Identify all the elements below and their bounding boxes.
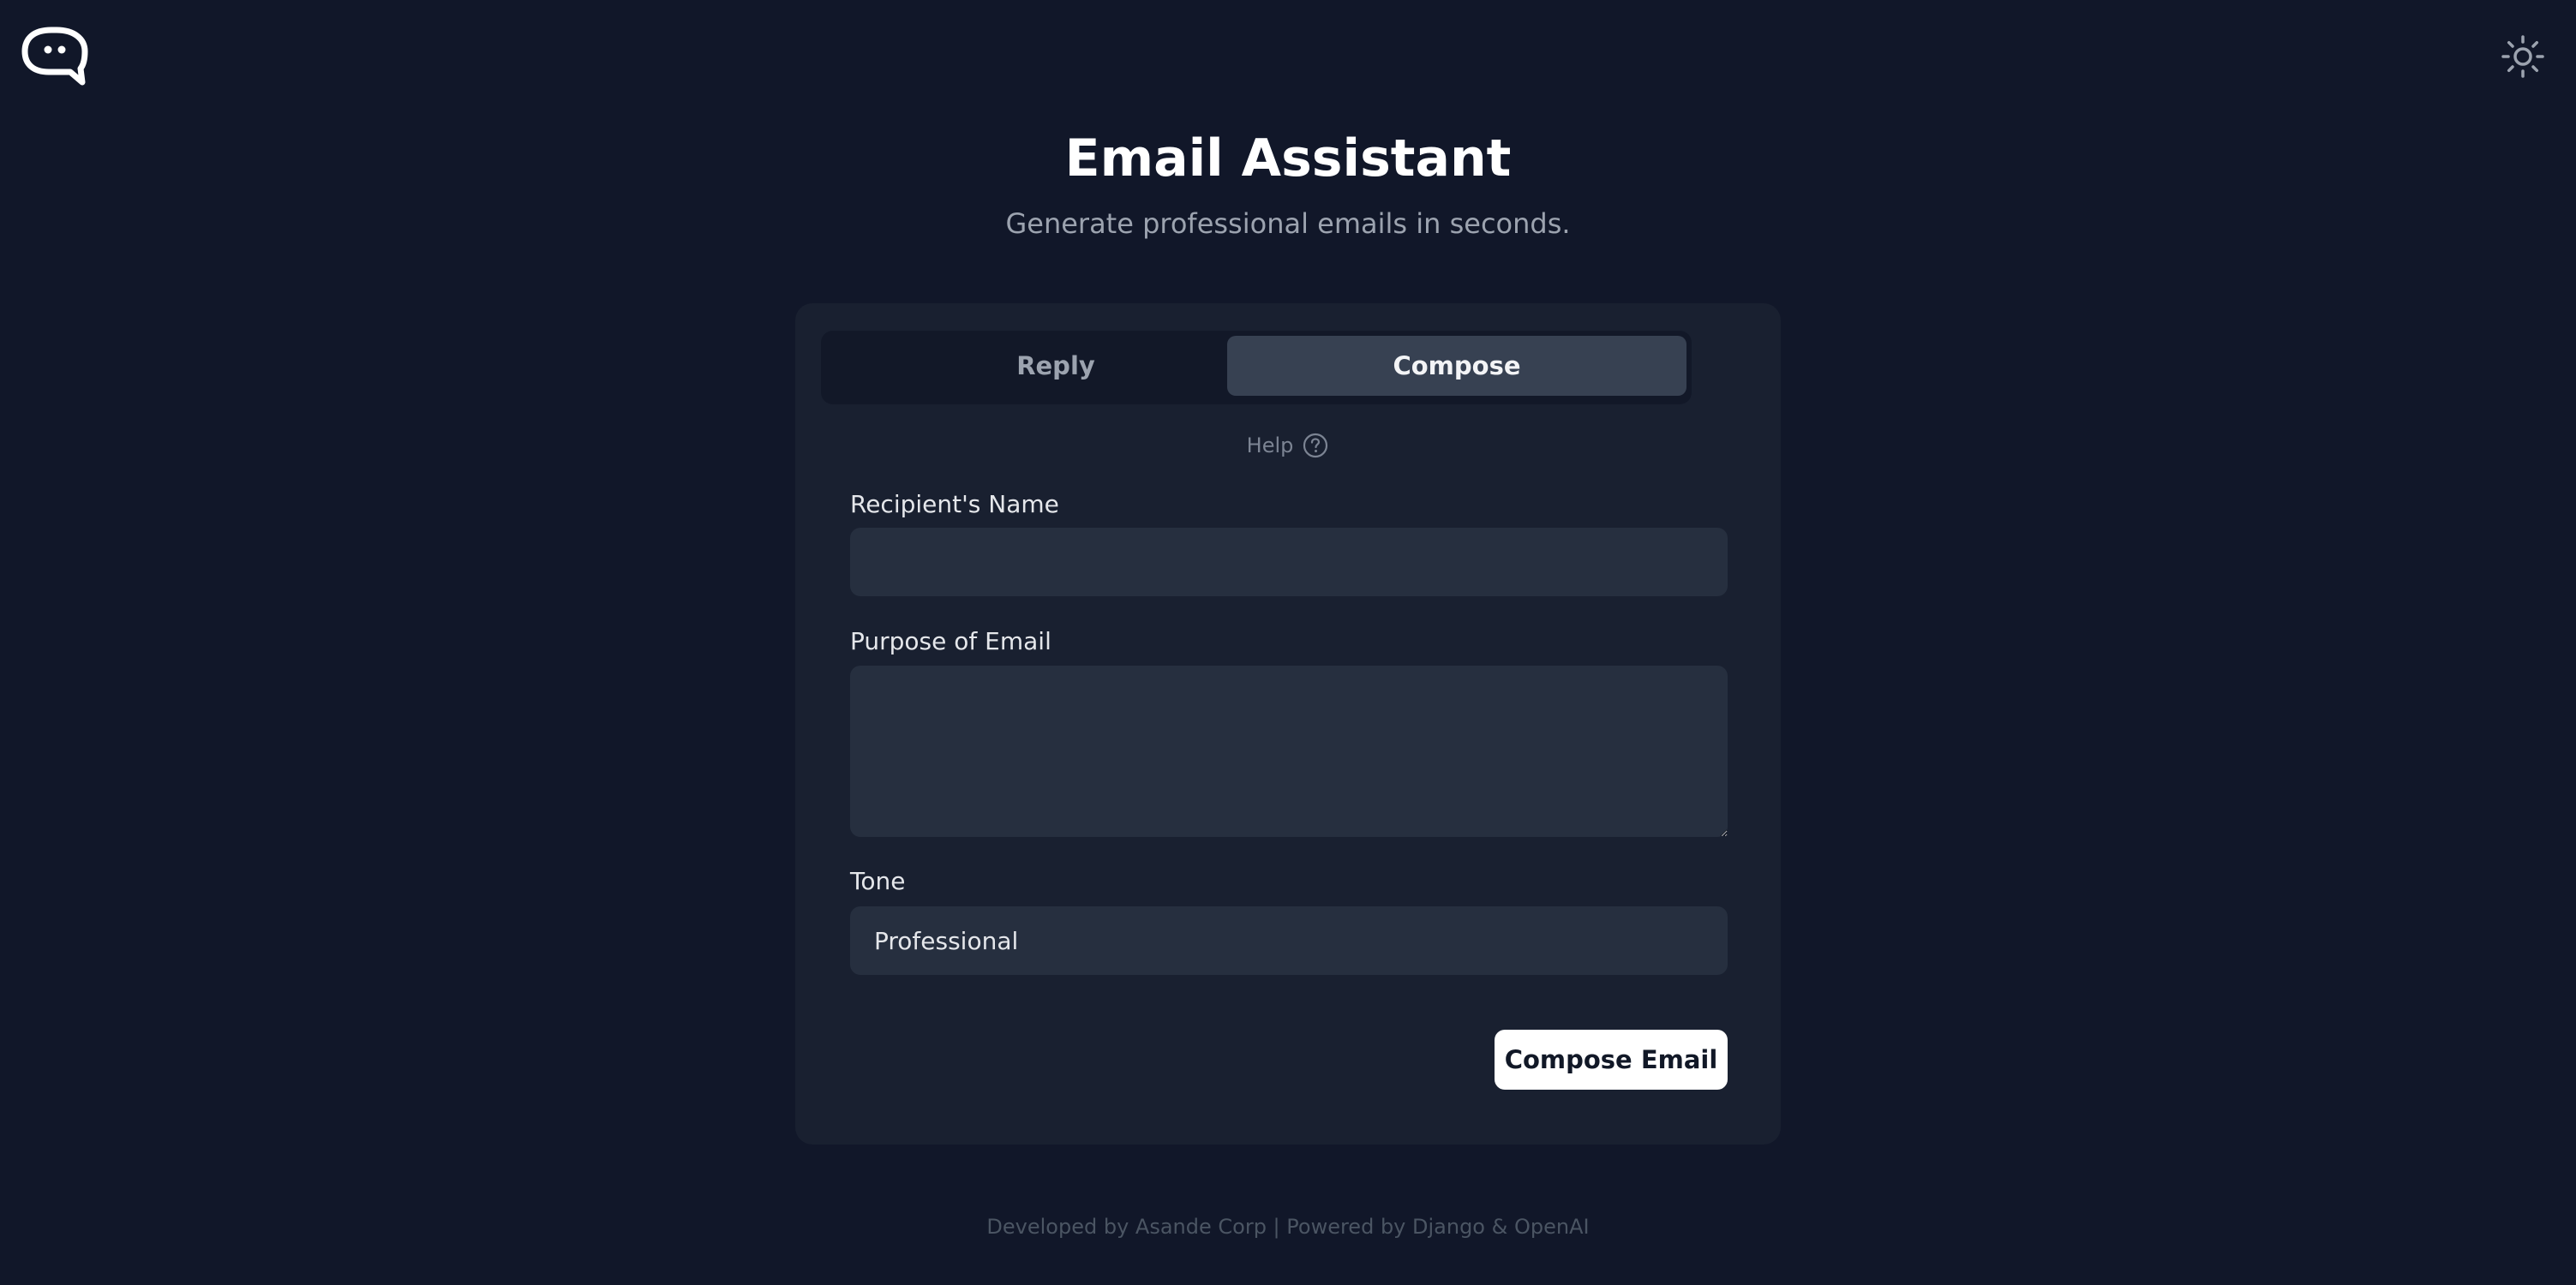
recipient-name-label: Recipient's Name [850,490,1059,518]
logo[interactable] [21,26,89,86]
compose-email-button[interactable]: Compose Email [1495,1030,1728,1090]
page-header: Email Assistant Generate professional em… [0,128,2576,240]
tab-reply[interactable]: Reply [826,336,1285,396]
question-circle-icon [1303,433,1328,458]
purpose-textarea[interactable] [850,666,1728,837]
tone-label: Tone [850,867,906,895]
chat-bubble-face-icon [21,27,88,86]
tab-bar: Reply Compose [821,331,1692,404]
compose-card: Reply Compose Help Recipient's Name Purp… [795,303,1781,1145]
tab-compose[interactable]: Compose [1227,336,1686,396]
page-title: Email Assistant [1064,128,1512,188]
help-label: Help [1246,433,1294,457]
tone-selected-value: Professional [874,926,1019,955]
tone-select[interactable]: Professional [850,906,1728,975]
purpose-label: Purpose of Email [850,627,1051,655]
recipient-name-input[interactable] [850,528,1728,596]
help-link[interactable]: Help [795,432,1781,459]
sun-icon [2501,35,2544,78]
theme-toggle-button[interactable] [2501,34,2545,79]
page-subtitle: Generate professional emails in seconds. [1005,207,1571,240]
footer-credits: Developed by Asande Corp | Powered by Dj… [986,1215,1590,1239]
